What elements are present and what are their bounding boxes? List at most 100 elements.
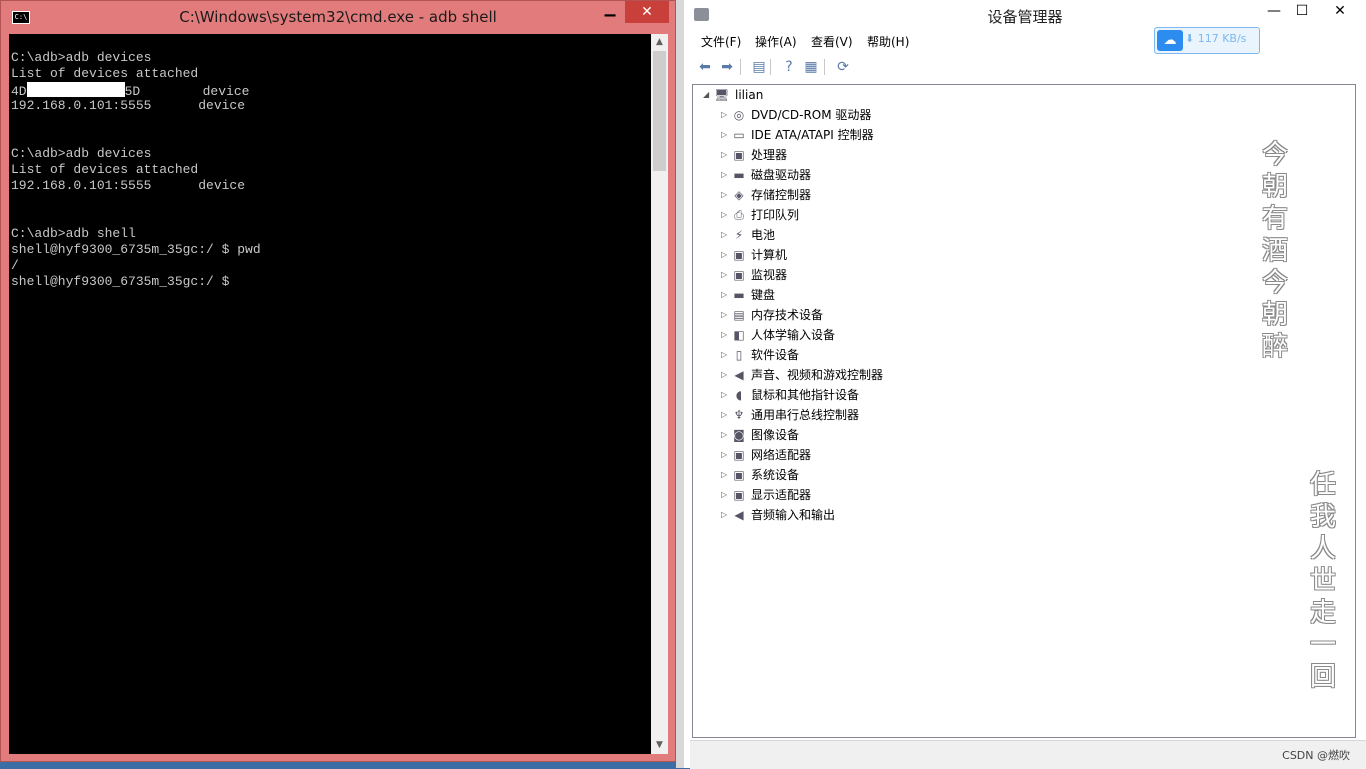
expand-arrow-icon[interactable]: ▷ [721, 305, 731, 325]
tree-category-label: 软件设备 [751, 348, 800, 362]
software-device-icon: ▯ [735, 348, 743, 362]
device-manager-window: 设备管理器 — ☐ ✕ 文件(F) 操作(A) 查看(V) 帮助(H) ☁ ⬇ … [684, 0, 1366, 769]
camera-icon: ◙ [733, 428, 745, 442]
tree-category-label: 键盘 [751, 288, 776, 302]
calligraphy-char: 今 [1261, 268, 1288, 298]
expand-arrow-icon[interactable]: ▷ [721, 225, 731, 245]
properties-icon[interactable]: ▤ [750, 58, 768, 76]
cmd-title-bar[interactable]: C:\ C:\Windows\system32\cmd.exe - adb sh… [1, 1, 675, 32]
expand-arrow-icon[interactable]: ▷ [721, 365, 731, 385]
cmd-scrollbar[interactable]: ▲ ▼ [651, 34, 668, 754]
mouse-icon: ◖ [735, 388, 743, 402]
expand-arrow-icon[interactable]: ▷ [721, 465, 731, 485]
background-window-strip [676, 0, 684, 768]
terminal-line: 4D 5D device [11, 82, 250, 99]
devmgr-maximize-button[interactable]: ☐ [1288, 0, 1316, 22]
terminal-line: / [11, 258, 19, 273]
tree-root-label: lilian [735, 88, 764, 102]
tree-category-label: 磁盘驱动器 [751, 168, 812, 182]
download-speed-value: ⬇ 117 KB/s [1185, 32, 1247, 45]
expand-arrow-icon[interactable]: ▷ [721, 145, 731, 165]
tree-category-label: DVD/CD-ROM 驱动器 [751, 108, 872, 122]
tree-category-label: 图像设备 [751, 428, 800, 442]
cmd-minimize-button[interactable]: ▁ [597, 0, 623, 20]
calligraphy-char: 任 [1309, 470, 1336, 500]
printer-icon: ⎙ [734, 208, 744, 222]
terminal-line: shell@hyf9300_6735m_35gc:/ $ [11, 274, 230, 289]
terminal-output[interactable]: C:\adb>adb devices List of devices attach… [9, 34, 651, 754]
usb-icon: ♆ [733, 408, 745, 422]
cmd-close-button[interactable]: ✕ [625, 1, 669, 23]
computer-icon: ▣ [733, 248, 745, 262]
device-tree[interactable]: ◢ 🖥 lilian ▷ ◎ DVD/CD-ROM 驱动器 ▷ ▭ IDE ATA/ATA… [692, 84, 1356, 738]
back-icon[interactable]: ⬅ [696, 58, 714, 76]
tree-category-label: 监视器 [751, 268, 788, 282]
devmgr-close-button[interactable]: ✕ [1320, 0, 1360, 22]
memory-device-icon: ▤ [733, 308, 745, 322]
cmd-window: C:\ C:\Windows\system32\cmd.exe - adb sh… [0, 0, 676, 762]
tree-category-label: IDE ATA/ATAPI 控制器 [751, 128, 874, 142]
tree-category-label: 显示适配器 [751, 488, 812, 502]
download-speed-widget[interactable]: ☁ ⬇ 117 KB/s [1154, 27, 1260, 54]
expand-arrow-icon[interactable]: ▷ [721, 425, 731, 445]
menu-view[interactable]: 查看(V) [811, 32, 853, 52]
cmd-window-title: C:\Windows\system32\cmd.exe - adb shell [179, 8, 497, 26]
expand-arrow-icon[interactable]: ▷ [721, 445, 731, 465]
scroll-up-arrow-icon[interactable]: ▲ [651, 34, 668, 51]
calligraphy-char: 走 [1309, 598, 1336, 628]
devmgr-title-bar[interactable]: 设备管理器 — ☐ ✕ [684, 0, 1366, 30]
expand-arrow-icon[interactable]: ▷ [721, 125, 731, 145]
expand-arrow-icon[interactable]: ▷ [721, 185, 731, 205]
expand-arrow-icon[interactable]: ▷ [721, 345, 731, 365]
expand-arrow-icon[interactable]: ▷ [721, 325, 731, 345]
expand-arrow-icon[interactable]: ▷ [721, 105, 731, 125]
calligraphy-char: 世 [1309, 566, 1336, 596]
calligraphy-char: 回 [1309, 662, 1336, 692]
calligraphy-char: 人 [1309, 534, 1336, 564]
ide-controller-icon: ▭ [733, 128, 745, 142]
expand-arrow-icon[interactable]: ▷ [721, 265, 731, 285]
tree-category-label: 音频输入和输出 [751, 508, 836, 522]
calligraphy-char: 酒 [1261, 236, 1288, 266]
expand-arrow-icon[interactable]: ▷ [721, 285, 731, 305]
expand-arrow-icon[interactable]: ▷ [721, 405, 731, 425]
processor-icon: ▣ [733, 148, 745, 162]
calligraphy-column-2: 任我人世走一回 [1305, 469, 1341, 693]
help-icon[interactable]: ? [780, 58, 798, 76]
tree-category-label: 通用串行总线控制器 [751, 408, 860, 422]
redacted-serial [26, 82, 125, 97]
forward-icon[interactable]: ➡ [718, 58, 736, 76]
hid-icon: ◧ [733, 328, 745, 342]
tree-category-label: 打印队列 [751, 208, 800, 222]
expand-arrow-icon[interactable]: ▷ [721, 245, 731, 265]
scroll-down-arrow-icon[interactable]: ▼ [651, 737, 668, 754]
audio-io-icon: ◀ [734, 508, 744, 522]
devmgr-minimize-button[interactable]: — [1260, 0, 1288, 22]
scrollbar-thumb[interactable] [653, 51, 666, 171]
terminal-line: C:\adb>adb shell [11, 226, 136, 241]
computer-icon: 🖥 [714, 88, 730, 102]
expand-arrow-icon[interactable]: ▷ [721, 385, 731, 405]
toolbar-separator [824, 59, 825, 75]
menu-help[interactable]: 帮助(H) [867, 32, 909, 52]
menu-action[interactable]: 操作(A) [755, 32, 797, 52]
tree-category-label: 人体学输入设备 [751, 328, 836, 342]
view-icon[interactable]: ▦ [802, 58, 820, 76]
expand-arrow-icon[interactable]: ▷ [721, 205, 731, 225]
collapse-arrow-icon[interactable]: ◢ [703, 85, 713, 105]
monitor-icon: ▣ [733, 268, 745, 282]
keyboard-icon: ▬ [733, 288, 745, 302]
status-bar: CSDN @燃吹 [690, 740, 1366, 769]
expand-arrow-icon[interactable]: ▷ [721, 165, 731, 185]
toolbar-separator [740, 59, 741, 75]
tree-category-label: 网络适配器 [751, 448, 812, 462]
menu-file[interactable]: 文件(F) [701, 32, 741, 52]
terminal-line: 192.168.0.101:5555 device [11, 98, 246, 113]
expand-arrow-icon[interactable]: ▷ [721, 505, 731, 525]
toolbar-separator [770, 59, 771, 75]
csdn-watermark: CSDN @燃吹 [1282, 749, 1350, 762]
calligraphy-char: 我 [1309, 502, 1336, 532]
scan-hardware-icon[interactable]: ⟳ [834, 58, 852, 76]
expand-arrow-icon[interactable]: ▷ [721, 485, 731, 505]
terminal-line: C:\adb>adb devices [11, 50, 152, 65]
